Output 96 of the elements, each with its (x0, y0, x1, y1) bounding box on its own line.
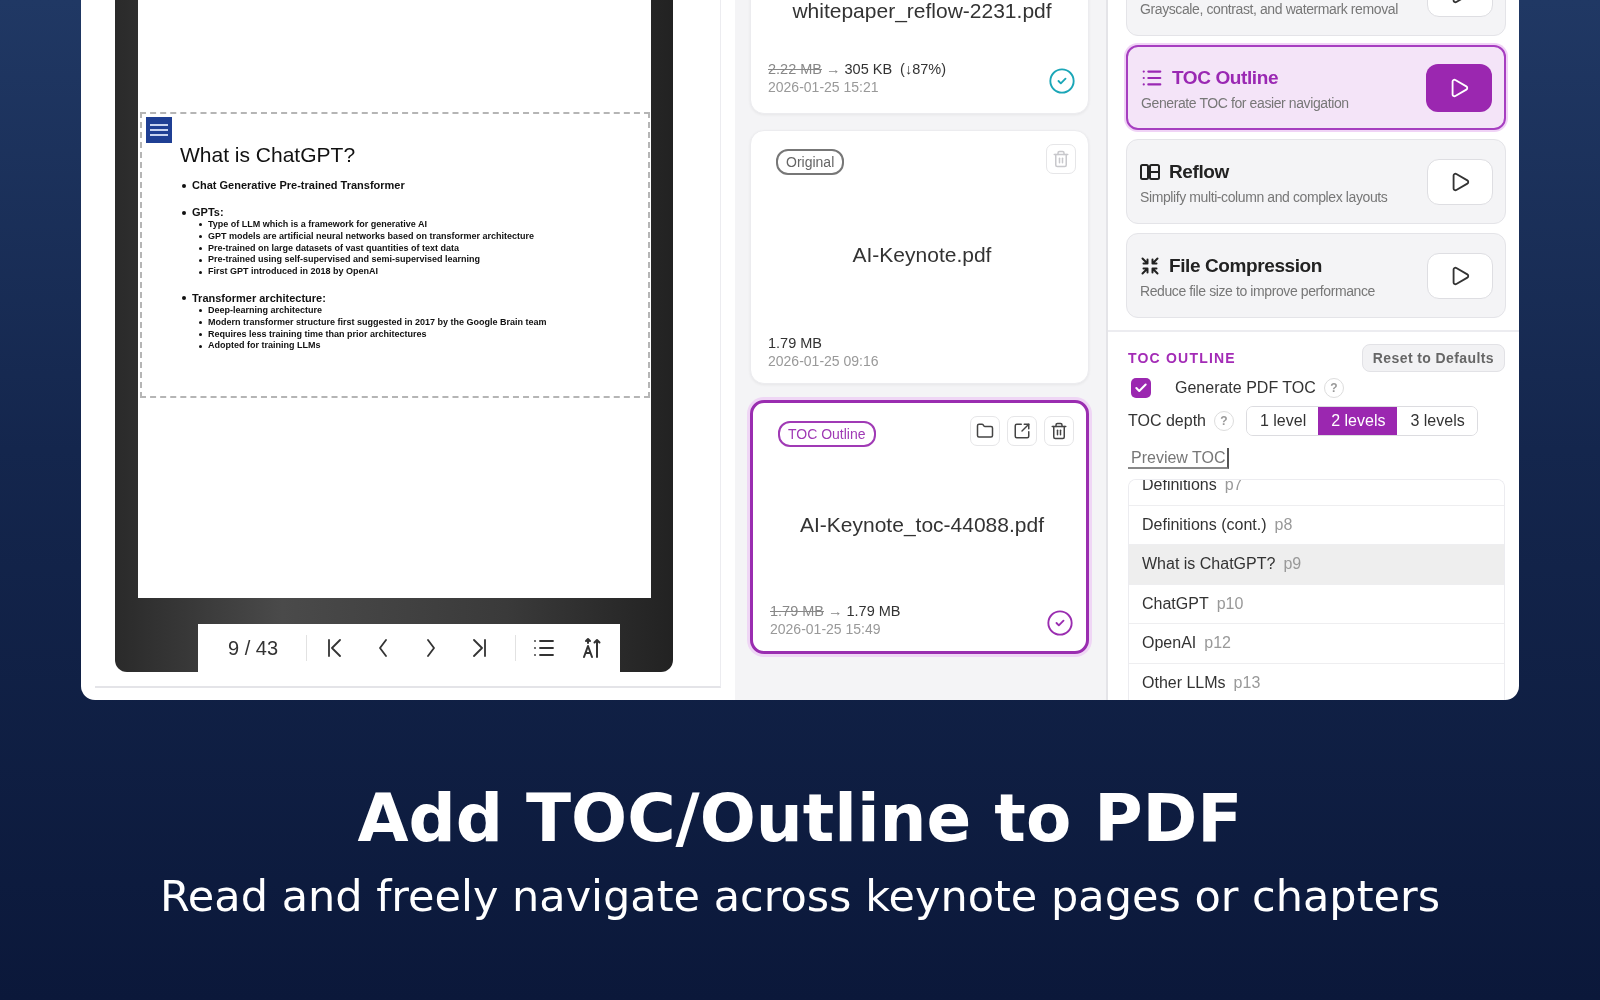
toc-title: Other LLMs (1142, 673, 1226, 692)
folder-button[interactable] (970, 416, 1000, 446)
chevron-right-icon (425, 639, 438, 657)
folder-icon (976, 422, 994, 440)
bullet-icon (199, 235, 202, 239)
bullet-icon (182, 210, 186, 215)
section-title: TOC OUTLINE (1128, 350, 1236, 366)
toc-item[interactable]: What is ChatGPT? p9 (1129, 545, 1504, 585)
file-tag: Original (776, 149, 845, 175)
toc-title: ChatGPT (1142, 594, 1209, 613)
tool-title: Reflow (1169, 160, 1229, 183)
file-card[interactable]: Original AI-Keynote.pdf 1.79 MB 2026-01-25 09:16 (750, 130, 1089, 384)
open-button[interactable] (1007, 416, 1037, 446)
tool-description: Generate TOC for easier navigation (1141, 94, 1350, 111)
file-size: 1.79 MB (768, 335, 822, 351)
toc-page: p8 (1274, 515, 1293, 534)
toc-page: p7 (1224, 480, 1243, 495)
bullet-icon (199, 270, 202, 274)
tool-description: Simplify multi-column and complex layouts (1140, 188, 1389, 205)
logo-icon (146, 117, 172, 143)
bullet-text: Pre-trained using self-supervised and semi-supervised learning (208, 254, 481, 267)
bullet-icon (199, 332, 202, 336)
depth-label: TOC depth (1128, 412, 1206, 430)
bullet-text: Requires less training time than prior architectures (208, 328, 427, 341)
original-size: 2.22 MB (768, 61, 822, 77)
bullet-text: Chat Generative Pre-trained Transformer (192, 179, 405, 192)
trash-icon (1050, 422, 1068, 440)
bullet-text: Adopted for training LLMs (208, 340, 321, 353)
file-name: AI-Keynote.pdf (852, 243, 992, 267)
run-button[interactable] (1427, 158, 1493, 205)
bullet-icon (199, 309, 202, 313)
reset-button[interactable]: Reset to Defaults (1361, 344, 1505, 372)
original-size: 1.79 MB (770, 603, 824, 619)
toc-page: p9 (1283, 555, 1302, 574)
bullet-icon (199, 258, 202, 262)
tool-title: TOC Outline (1172, 66, 1279, 89)
toc-title: OpenAI (1142, 634, 1197, 653)
tool-description: Grayscale, contrast, and watermark removal (1140, 0, 1399, 17)
tool-card[interactable]: File Compression Reduce file size to improve performance (1126, 233, 1506, 318)
trash-icon (1052, 150, 1070, 168)
bullet-icon (199, 247, 202, 250)
tool-title: File Compression (1169, 254, 1323, 277)
delete-button[interactable] (1044, 416, 1074, 446)
page-indicator: 9 / 43 (228, 636, 279, 660)
tool-description: Reduce file size to improve performance (1140, 282, 1376, 299)
bullet-text: Modern transformer structure first suggested in 2017 by the Google Brain team (208, 316, 547, 329)
bullet-text: Type of LLM which is a framework for generative AI (208, 219, 428, 231)
subtitle: Read and freely navigate across keynote pages or chapters (159, 871, 1441, 921)
tool-card[interactable]: TOC Outline Generate TOC for easier navigation (1126, 45, 1506, 130)
checkbox[interactable] (1131, 378, 1151, 398)
file-name: AI-Keynote_toc-44088.pdf (800, 513, 1044, 537)
checkbox-label: Generate PDF TOC (1175, 379, 1316, 397)
file-date: 2026-01-25 15:49 (770, 621, 882, 637)
file-card[interactable]: whitepaper_reflow-2231.pdf 2.22 MB → 305 KB (↓87%) 2026-01-25 15:21 (750, 0, 1089, 114)
toc-title: Definitions (cont.) (1142, 515, 1267, 534)
saving-percent: (↓87%) (900, 61, 946, 77)
bullet-text: Transformer architecture: (192, 292, 326, 305)
file-size: 1.79 MB (846, 603, 901, 619)
slide-title: What is ChatGPT? (180, 143, 357, 167)
first-page-icon (327, 639, 344, 657)
toc-title: What is ChatGPT? (1142, 555, 1276, 574)
chevron-left-icon (377, 639, 390, 657)
bullet-text: Pre-trained on large datasets of vast quantities of text data (208, 242, 460, 255)
bullet-icon (199, 223, 202, 227)
last-page-icon (471, 639, 488, 657)
toc-page: p10 (1216, 594, 1244, 613)
check-icon (1134, 381, 1148, 395)
bullet-text: First GPT introduced in 2018 by OpenAI (208, 266, 379, 278)
file-size: 305 KB (844, 61, 893, 77)
run-button[interactable] (1426, 63, 1492, 112)
bullet-text: Deep-learning architecture (208, 305, 323, 317)
bullet-icon (199, 321, 202, 325)
bullet-icon (182, 296, 186, 301)
headline: Add TOC/Outline to PDF (357, 780, 1243, 857)
preview-button[interactable]: Preview TOC (1128, 448, 1229, 469)
file-card[interactable]: TOC Outline AI-Keynote_toc-44088.pdf 1.79 MB → 1.79 MB 2026-01-25 15:49 (750, 400, 1089, 654)
text-size-icon (582, 637, 603, 659)
bullet-text: GPT models are artificial neural networks based on transformer architecture (208, 230, 535, 243)
bullet-text: GPTs: (192, 206, 224, 219)
file-tag: TOC Outline (778, 421, 876, 447)
file-date: 2026-01-25 15:21 (768, 79, 880, 95)
bullet-icon (199, 344, 202, 348)
external-link-icon (1013, 422, 1031, 440)
tool-card[interactable]: Reflow Simplify multi-column and complex layouts (1126, 139, 1506, 224)
columns-icon (1140, 162, 1160, 181)
run-button[interactable] (1427, 252, 1493, 299)
toc-page: p13 (1233, 673, 1261, 692)
toc-page: p12 (1204, 634, 1231, 653)
tool-card[interactable]: Grayscale, contrast, and watermark removal (1126, 0, 1506, 36)
bullet-icon (182, 183, 186, 188)
file-name: whitepaper_reflow-2231.pdf (792, 0, 1052, 23)
arrow-text: → (828, 603, 843, 619)
arrow-text: → (826, 61, 841, 77)
compress-icon (1140, 255, 1160, 276)
file-date: 2026-01-25 09:16 (768, 353, 879, 369)
depth-option[interactable]: 2 levels (1318, 407, 1398, 435)
